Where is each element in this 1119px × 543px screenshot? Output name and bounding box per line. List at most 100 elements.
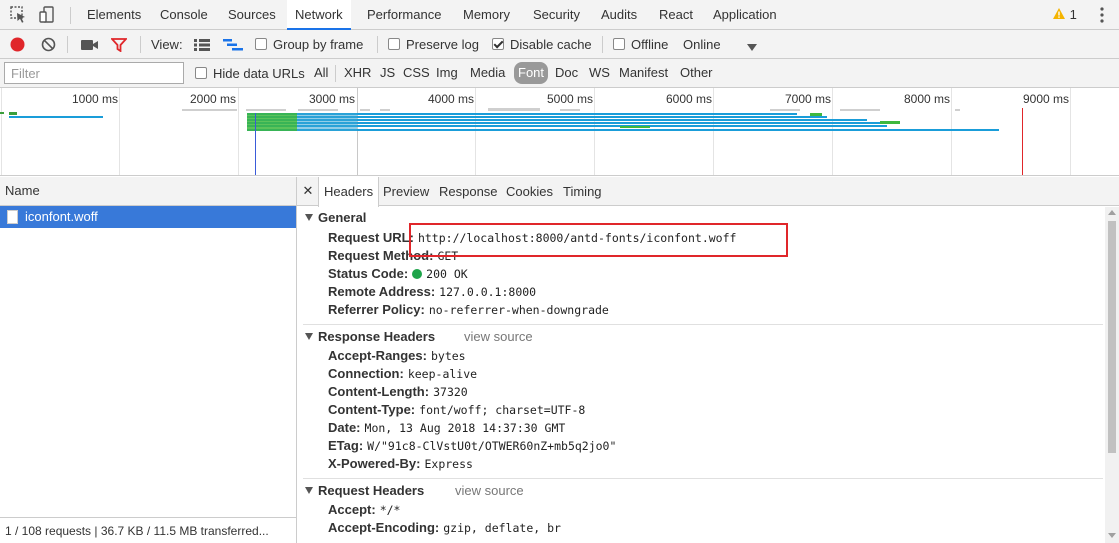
tab-preview[interactable]: Preview: [378, 177, 434, 206]
timeline-bar: [0, 112, 4, 114]
more-options-icon[interactable]: [1096, 6, 1108, 24]
preserve-log-checkbox[interactable]: Preserve log: [388, 30, 479, 59]
header-key: Accept:: [328, 502, 376, 517]
throttling-value: Online: [683, 37, 721, 52]
grid-line: [1070, 88, 1071, 175]
offline-label: Offline: [631, 37, 669, 52]
header-key: ETag:: [328, 438, 364, 453]
tab-performance[interactable]: Performance: [359, 0, 449, 30]
triangle-down-icon: [305, 333, 313, 340]
header-key: Content-Type:: [328, 402, 416, 417]
checkbox-box[interactable]: [388, 38, 400, 50]
file-icon: [7, 210, 18, 224]
header-key: Request URL:: [328, 230, 414, 245]
tick-label: 8000 ms: [904, 92, 951, 106]
header-value: 37320: [433, 385, 468, 399]
filter-type-manifest[interactable]: Manifest: [616, 62, 671, 84]
tab-headers[interactable]: Headers: [318, 177, 380, 207]
checkbox-box[interactable]: [195, 67, 207, 79]
throttling-select[interactable]: Online: [683, 30, 721, 59]
divider: [335, 65, 336, 82]
filter-type-img[interactable]: Img: [433, 62, 461, 84]
clear-icon[interactable]: [41, 37, 56, 55]
filter-type-xhr[interactable]: XHR: [341, 62, 374, 84]
general-section-toggle[interactable]: General: [305, 210, 366, 225]
timeline-overview[interactable]: 1000 ms 2000 ms 3000 ms 4000 ms 5000 ms …: [0, 88, 1119, 176]
checkbox-box[interactable]: [255, 38, 267, 50]
filter-funnel-icon[interactable]: [109, 38, 129, 55]
scroll-down-arrow-icon[interactable]: [1108, 533, 1116, 538]
filter-type-css[interactable]: CSS: [400, 62, 433, 84]
tab-response[interactable]: Response: [434, 177, 503, 206]
tab-react[interactable]: React: [651, 0, 701, 30]
warnings-counter[interactable]: 1: [1052, 0, 1077, 30]
tab-console[interactable]: Console: [152, 0, 216, 30]
tab-network[interactable]: Network: [287, 0, 351, 30]
vertical-scrollbar[interactable]: [1105, 207, 1119, 543]
grid-line: [475, 88, 476, 175]
grid-line: [951, 88, 952, 175]
filter-type-font[interactable]: Font: [514, 62, 549, 84]
record-button[interactable]: [10, 37, 25, 55]
scroll-up-arrow-icon[interactable]: [1108, 210, 1116, 215]
detail-tab-bar: ✕ Headers Preview Response Cookies Timin…: [297, 177, 1119, 207]
tab-sources[interactable]: Sources: [220, 0, 284, 30]
divider: [377, 36, 378, 53]
response-headers-toggle[interactable]: Response Headers: [305, 329, 435, 344]
chevron-down-icon[interactable]: [747, 40, 757, 55]
header-value: no-referrer-when-downgrade: [428, 303, 609, 317]
view-source-link[interactable]: view source: [464, 329, 533, 344]
filter-type-doc[interactable]: Doc: [552, 62, 581, 84]
inspect-element-icon[interactable]: [9, 5, 29, 25]
timeline-bar: [247, 129, 999, 131]
scroll-thumb[interactable]: [1108, 221, 1116, 453]
header-value: bytes: [430, 349, 466, 363]
name-column-header[interactable]: Name: [0, 177, 296, 206]
close-icon[interactable]: ✕: [301, 184, 315, 198]
filter-type-media[interactable]: Media: [467, 62, 508, 84]
hide-data-urls-checkbox[interactable]: Hide data URLs: [195, 59, 305, 88]
filter-type-js[interactable]: JS: [377, 62, 398, 84]
group-by-frame-checkbox[interactable]: Group by frame: [255, 30, 363, 59]
header-value: 200 OK: [426, 267, 468, 281]
header-key: Connection:: [328, 366, 404, 381]
checkbox-box-checked[interactable]: [492, 38, 504, 50]
tab-cookies[interactable]: Cookies: [501, 177, 558, 206]
request-headers-toggle[interactable]: Request Headers: [305, 483, 424, 498]
tab-security[interactable]: Security: [525, 0, 588, 30]
timeline-bar: [9, 116, 103, 118]
tab-audits[interactable]: Audits: [593, 0, 645, 30]
warning-icon: [1053, 8, 1065, 19]
filter-type-all[interactable]: All: [311, 62, 331, 84]
filter-input[interactable]: [4, 62, 184, 84]
disable-cache-checkbox[interactable]: Disable cache: [492, 30, 592, 59]
tick-label: 2000 ms: [190, 92, 237, 106]
filter-type-other[interactable]: Other: [677, 62, 716, 84]
device-toolbar-icon[interactable]: [37, 5, 57, 25]
response-headers-title: Response Headers: [318, 329, 436, 344]
header-key: Accept-Encoding:: [328, 520, 440, 535]
grid-line: [713, 88, 714, 175]
request-row[interactable]: iconfont.woff: [0, 206, 296, 228]
header-row: Accept: */*: [328, 501, 400, 519]
checkbox-box[interactable]: [613, 38, 625, 50]
large-rows-icon[interactable]: [194, 39, 210, 54]
tab-timing[interactable]: Timing: [558, 177, 607, 206]
status-ok-icon: [412, 269, 423, 279]
header-row: Accept-Ranges: bytes: [328, 347, 466, 365]
timeline-bar: [560, 109, 580, 111]
dom-content-loaded-marker: [255, 113, 256, 175]
tab-memory[interactable]: Memory: [455, 0, 518, 30]
offline-checkbox[interactable]: Offline: [613, 30, 668, 59]
view-source-link[interactable]: view source: [455, 483, 524, 498]
filter-type-ws[interactable]: WS: [586, 62, 613, 84]
header-row: Date: Mon, 13 Aug 2018 14:37:30 GMT: [328, 419, 565, 437]
header-key: Date:: [328, 420, 361, 435]
header-key: Referrer Policy:: [328, 302, 425, 317]
tab-elements[interactable]: Elements: [79, 0, 149, 30]
screenshot-camera-icon[interactable]: [81, 39, 99, 54]
header-value: 127.0.0.1:8000: [439, 285, 537, 299]
waterfall-icon[interactable]: [223, 39, 243, 54]
timeline-bar: [182, 109, 237, 111]
tab-application[interactable]: Application: [705, 0, 785, 30]
